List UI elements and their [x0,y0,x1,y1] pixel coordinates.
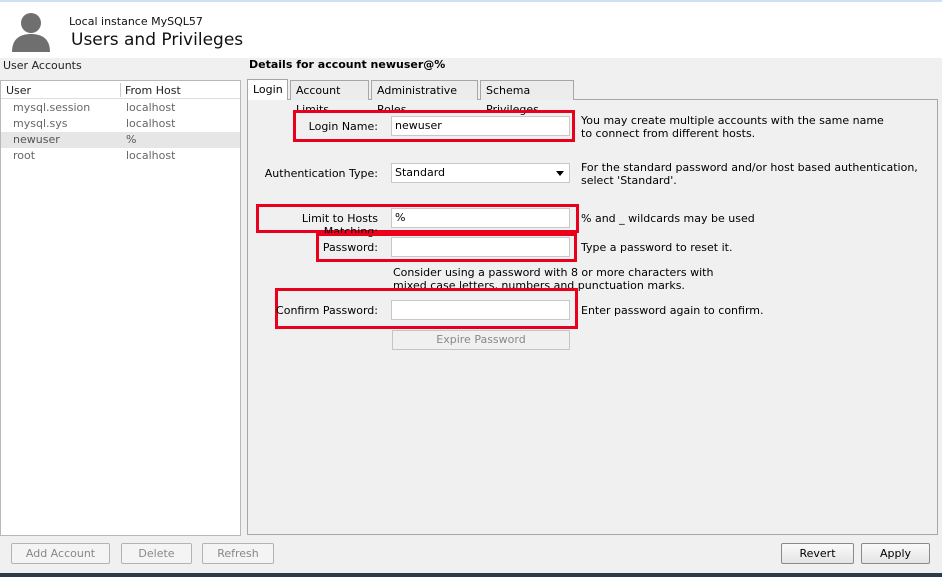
user-avatar-icon [12,13,50,52]
add-account-button[interactable]: Add Account [11,543,110,564]
login-name-hint-line-1: You may create multiple accounts with th… [581,114,884,127]
column-header-user[interactable]: User [6,82,31,99]
user-accounts-list[interactable]: User From Host mysql.session localhost mys… [0,80,241,536]
user-cell: mysql.session [13,101,91,114]
apply-button[interactable]: Apply [861,543,930,564]
table-row[interactable]: mysql.session localhost [1,100,240,116]
column-header-from-host[interactable]: From Host [125,82,181,99]
user-accounts-title: User Accounts [3,59,82,72]
user-cell: mysql.sys [13,117,68,130]
authentication-type-select[interactable]: Standard [391,163,570,183]
tab-administrative-roles[interactable]: Administrative Roles [371,80,478,116]
authentication-type-label: Authentication Type: [264,167,378,180]
authentication-type-hint: For the standard password and/or host ba… [581,161,918,187]
login-name-hint: You may create multiple accounts with th… [581,114,884,140]
user-cell: root [13,149,36,162]
table-row[interactable]: newuser% [1,132,240,148]
login-name-label: Login Name: [308,120,378,133]
password-input[interactable] [391,237,570,257]
password-hint: Type a password to reset it. [581,241,733,254]
details-title: Details for account newuser@% [249,58,446,71]
host-cell: localhost [126,149,176,162]
authentication-hint-line-2: select 'Standard'. [581,174,677,187]
header-divider [1,98,240,99]
column-separator [120,83,121,97]
header-top-border [0,0,942,2]
window-bottom-edge [0,573,942,577]
confirm-password-input[interactable] [391,300,570,320]
hosts-matching-input[interactable]: % [391,208,570,228]
confirm-password-hint: Enter password again to confirm. [581,304,764,317]
hosts-matching-hint: % and _ wildcards may be used [581,212,755,225]
instance-name: Local instance MySQL57 [69,15,203,28]
revert-button[interactable]: Revert [781,543,854,564]
chevron-down-icon [556,171,564,176]
user-cell: newuser [13,133,60,146]
password-label: Password: [322,241,378,254]
page-title: Users and Privileges [71,30,244,50]
authentication-type-value: Standard [395,166,446,179]
tab-schema-privileges[interactable]: Schema Privileges [480,80,574,116]
expire-password-button[interactable]: Expire Password [392,330,570,350]
password-advice-line-1: Consider using a password with 8 or more… [393,266,714,279]
host-cell: localhost [126,117,176,130]
table-row[interactable]: mysql.sys localhost [1,116,240,132]
tab-login[interactable]: Login [247,79,288,100]
login-name-input[interactable]: newuser [391,116,570,136]
host-cell: % [126,133,137,146]
host-cell: localhost [126,101,176,114]
table-row[interactable]: root localhost [1,148,240,164]
authentication-hint-line-1: For the standard password and/or host ba… [581,161,918,174]
confirm-password-label: Confirm Password: [276,304,378,317]
refresh-button[interactable]: Refresh [202,543,274,564]
delete-button[interactable]: Delete [121,543,192,564]
login-name-hint-line-2: to connect from different hosts. [581,127,756,140]
tab-account-limits[interactable]: Account Limits [290,80,369,116]
